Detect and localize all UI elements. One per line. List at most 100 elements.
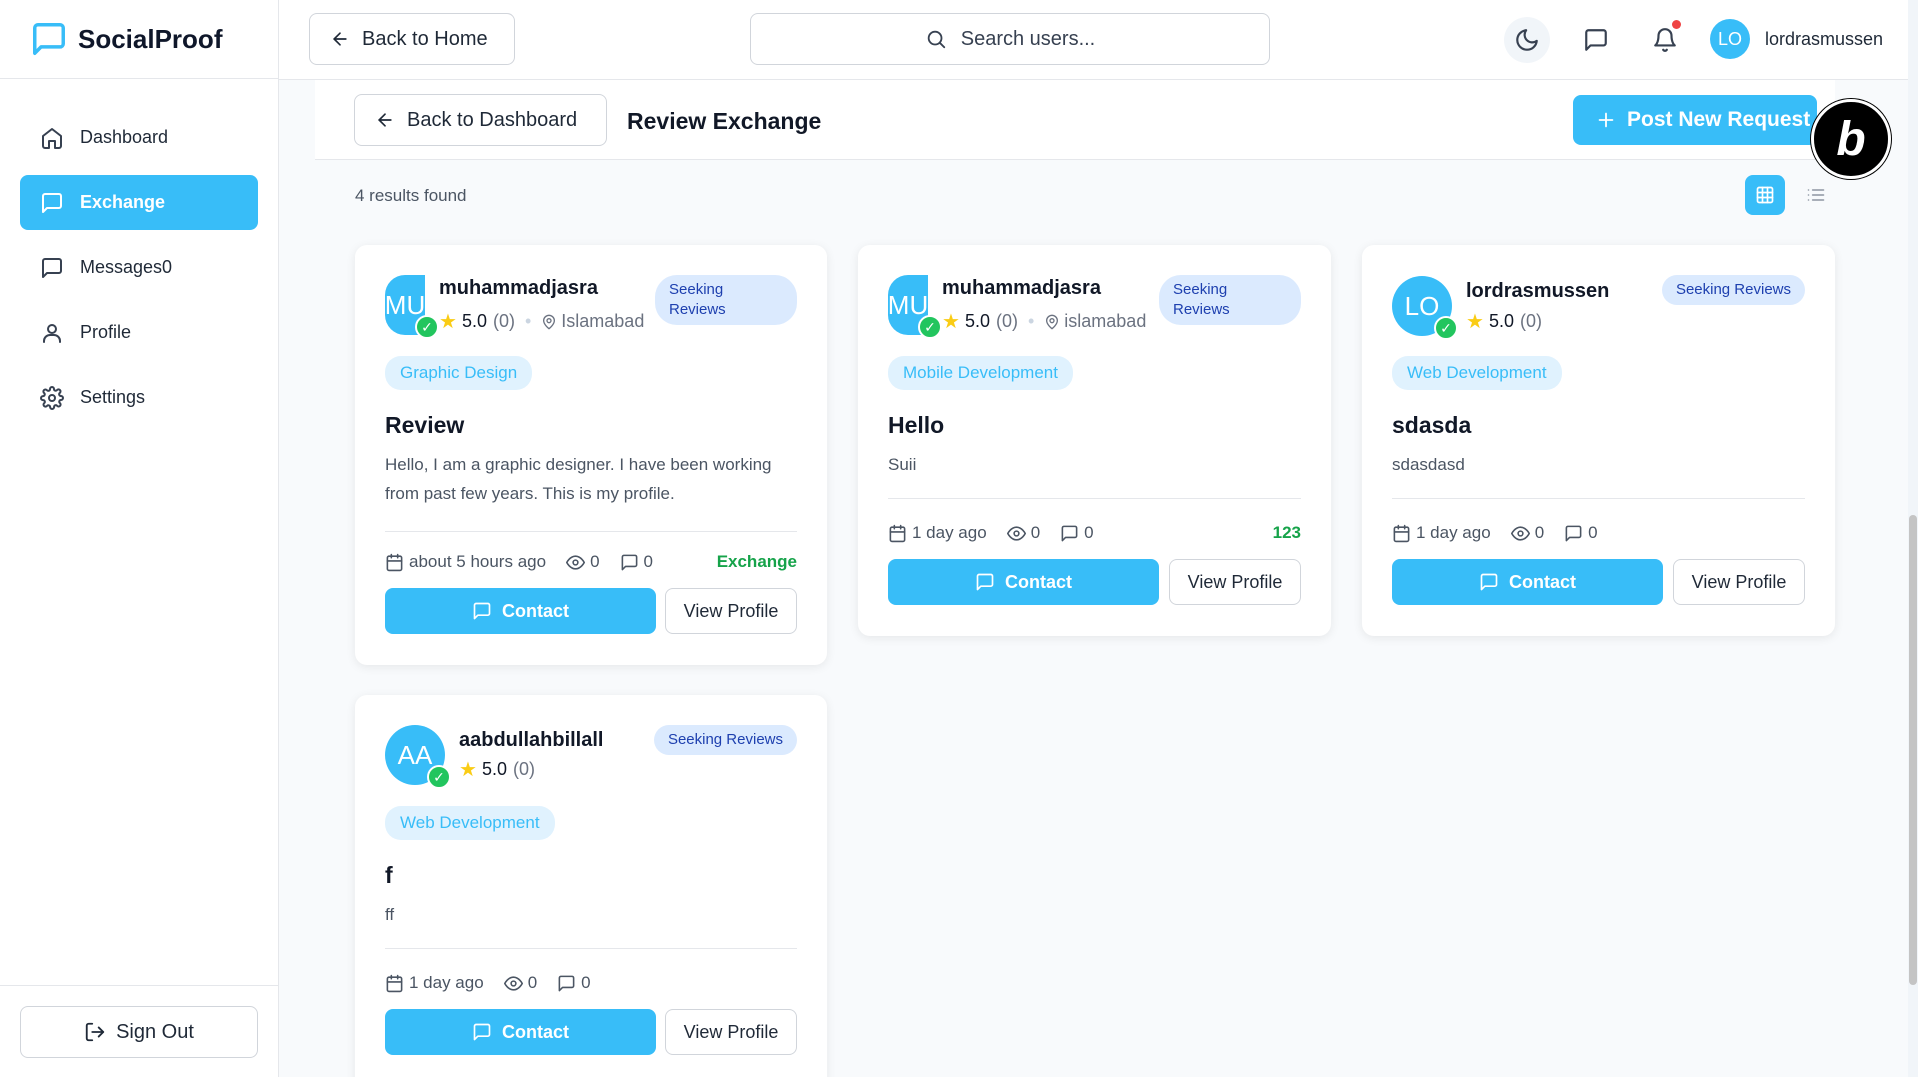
bell-icon <box>1654 28 1676 52</box>
calendar-icon <box>889 524 906 542</box>
comments-text: 0 <box>643 552 653 571</box>
contact-button[interactable]: Contact <box>1392 559 1663 605</box>
post-new-request-button[interactable]: Post New Request <box>1573 95 1817 145</box>
list-view-button[interactable] <box>1796 175 1836 215</box>
contact-label: Contact <box>1509 571 1576 592</box>
contact-button[interactable]: Contact <box>888 559 1159 605</box>
sidebar-item-label: Settings <box>80 387 146 407</box>
rating-value: 5.0 <box>461 311 487 331</box>
calendar-icon <box>1393 524 1410 542</box>
avatar-initials: AA <box>397 739 433 770</box>
rating: ★ 5.0 (0) <box>459 757 535 782</box>
view-count: 0 <box>566 552 600 572</box>
time-text: 1 day ago <box>1416 523 1491 542</box>
rating: ★ 5.0 (0) <box>1466 309 1542 334</box>
star-icon: ★ <box>439 311 457 333</box>
category-badge: Graphic Design <box>385 356 533 390</box>
sidebar-item-label: Messages0 <box>80 257 173 277</box>
verified-icon: ✓ <box>918 315 942 339</box>
view-profile-button[interactable]: View Profile <box>665 588 797 634</box>
exchange-tag: 123 <box>1272 523 1301 542</box>
category-badge: Mobile Development <box>888 356 1073 390</box>
comments-text: 0 <box>581 973 591 992</box>
scrollbar[interactable] <box>1908 0 1918 1077</box>
user-name[interactable]: aabdullahbillall <box>459 729 603 752</box>
back-to-dashboard-button[interactable]: Back to Dashboard <box>354 94 607 146</box>
page-header: Back to Dashboard Review Exchange Post N… <box>315 80 1835 160</box>
avatar-initials: LO <box>1404 290 1440 321</box>
star-icon: ★ <box>459 759 477 781</box>
sidebar-item-settings[interactable]: Settings <box>20 370 258 425</box>
search-icon <box>927 30 945 49</box>
time-text: 1 day ago <box>409 973 484 992</box>
user-name[interactable]: muhammadjasra <box>439 277 598 300</box>
page-title: Review Exchange <box>627 108 822 134</box>
exchange-card: LO ✓ lordrasmussen ★ 5.0 (0) Seeking Rev… <box>1362 245 1835 636</box>
star-icon: ★ <box>942 311 960 333</box>
user-avatar[interactable]: LO <box>1710 19 1750 59</box>
review-count: (0) <box>492 311 515 331</box>
avatar[interactable]: LO ✓ <box>1392 276 1458 340</box>
plus-icon <box>1598 112 1614 128</box>
exchange-card: MU ✓ muhammadjasra ★ 5.0 (0) • Islamabad… <box>355 245 827 665</box>
sign-out-button[interactable]: Sign Out <box>20 1006 258 1058</box>
user-icon <box>43 323 61 343</box>
avatar[interactable]: MU ✓ <box>887 275 942 339</box>
user-name[interactable]: muhammadjasra <box>942 277 1101 300</box>
user-name[interactable]: lordrasmussen <box>1466 280 1609 303</box>
sidebar-item-profile[interactable]: Profile <box>20 305 258 360</box>
sidebar-item-messages[interactable]: Messages0 <box>20 240 258 295</box>
username-label[interactable]: lordrasmussen <box>1765 29 1883 50</box>
status-badge: Seeking Reviews <box>1661 275 1805 305</box>
back-to-dashboard-label: Back to Dashboard <box>407 108 578 131</box>
results-count: 4 results found <box>355 186 467 205</box>
moon-icon <box>1516 29 1538 51</box>
avatar[interactable]: AA ✓ <box>385 725 451 789</box>
sidebar-item-exchange[interactable]: Exchange <box>20 175 258 230</box>
grid-icon <box>1756 186 1774 204</box>
posted-time: about 5 hours ago <box>385 552 546 572</box>
request-title: Review <box>385 412 465 438</box>
message-square-icon <box>1061 525 1078 541</box>
comment-count: 0 <box>1564 523 1598 543</box>
message-square-icon <box>473 1023 491 1041</box>
back-to-home-label: Back to Home <box>362 27 488 50</box>
search-input[interactable]: Search users... <box>750 13 1270 65</box>
map-pin-icon <box>541 314 557 330</box>
posted-time: 1 day ago <box>385 973 484 993</box>
arrow-left-icon <box>378 113 392 127</box>
sidebar-item-dashboard[interactable]: Dashboard <box>20 110 258 165</box>
contact-button[interactable]: Contact <box>385 1009 656 1055</box>
home-icon <box>42 127 62 149</box>
comments-text: 0 <box>1084 523 1094 542</box>
rating-value: 5.0 <box>481 759 507 779</box>
notification-dot <box>1672 20 1681 29</box>
top-header: Back to Home Search users... LO lordrasm… <box>279 0 1918 80</box>
views-text: 0 <box>1030 523 1041 542</box>
status-badge: Seeking Reviews <box>655 275 797 325</box>
contact-button[interactable]: Contact <box>385 588 656 634</box>
bolt-badge[interactable]: b <box>1811 99 1891 179</box>
view-profile-button[interactable]: View Profile <box>665 1009 797 1055</box>
sign-out-label: Sign Out <box>116 1020 194 1043</box>
view-profile-button[interactable]: View Profile <box>1673 559 1805 605</box>
separator-dot: • <box>1027 311 1035 331</box>
theme-toggle-button[interactable] <box>1504 17 1550 63</box>
view-profile-button[interactable]: View Profile <box>1169 559 1301 605</box>
grid-view-button[interactable] <box>1745 175 1785 215</box>
rating-value: 5.0 <box>964 311 990 331</box>
sidebar-item-label: Dashboard <box>80 127 169 147</box>
avatar-initials: MU <box>887 289 929 320</box>
back-to-home-button[interactable]: Back to Home <box>309 13 515 65</box>
category-badge: Web Development <box>1392 356 1562 390</box>
comments-text: 0 <box>1588 523 1598 542</box>
request-title: sdasda <box>1392 412 1472 438</box>
eye-icon <box>1510 525 1530 541</box>
scrollbar-thumb[interactable] <box>1909 515 1917 985</box>
message-square-icon <box>42 192 62 213</box>
notifications-button[interactable] <box>1642 17 1688 63</box>
avatar[interactable]: MU ✓ <box>385 275 439 339</box>
eye-icon <box>1006 525 1026 541</box>
card-divider <box>888 498 1301 499</box>
messages-button[interactable] <box>1573 17 1619 63</box>
